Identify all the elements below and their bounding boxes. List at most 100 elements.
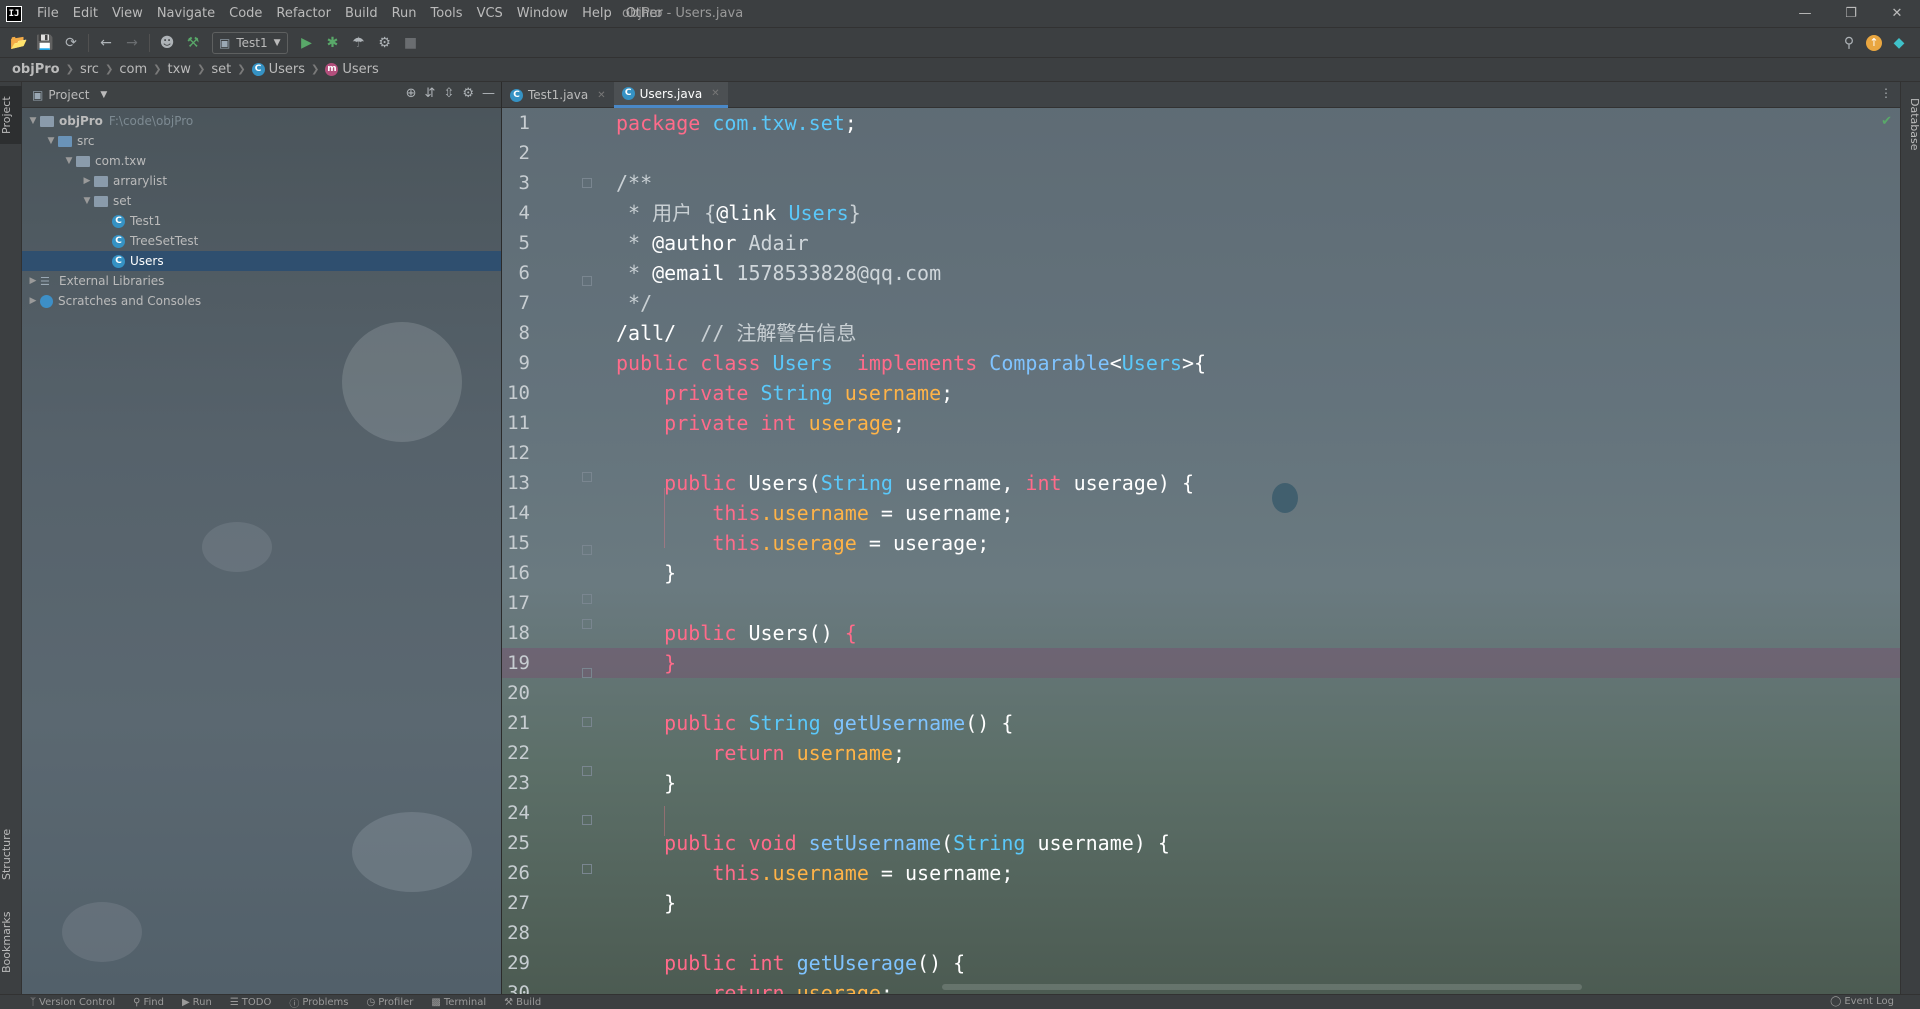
fold-marker-icon[interactable] [582,472,592,482]
search-icon[interactable]: ⚲ [1836,31,1862,55]
save-icon[interactable]: 💾 [32,31,58,55]
code-area[interactable]: ✔ 1 2 3 4 5 6 7 8 9 10 11 12 13 14 15 16… [502,108,1900,994]
coverage-icon[interactable]: ☂ [346,31,372,55]
tool-profiler[interactable]: ◷ Profiler [366,997,413,1008]
tree-item-external-libraries[interactable]: ▶ ☰ External Libraries [22,271,501,291]
debug-bug-icon[interactable]: ✱ [320,31,346,55]
line-number: 22 [507,742,530,764]
code-token: = username; [868,861,1014,885]
code-line-15: this.userage = userage; [616,528,1880,558]
project-view-selector[interactable]: ▣ Project ▼ [32,88,107,102]
menu-view[interactable]: View [105,0,150,28]
fold-marker-icon[interactable] [582,178,592,188]
breadcrumb-set[interactable]: set [211,62,231,77]
tab-users-java[interactable]: C Users.java ✕ [613,82,728,108]
build-hammer-icon[interactable]: ⚒ [180,31,206,55]
open-folder-icon[interactable]: 📂 [6,31,32,55]
expand-all-icon[interactable]: ⇵ [425,86,436,101]
tool-version-control[interactable]: ᛉ Version Control [30,997,115,1008]
tool-terminal[interactable]: ▩ Terminal [431,997,486,1008]
menu-refactor[interactable]: Refactor [269,0,338,28]
tool-tab-structure[interactable]: Structure [0,818,22,890]
tool-build[interactable]: ⚒ Build [504,997,541,1008]
menu-window[interactable]: Window [510,0,575,28]
tree-item-set[interactable]: ▼ set [22,191,501,211]
tool-find[interactable]: ⚲ Find [133,997,164,1008]
locate-file-icon[interactable]: ⊕ [406,86,417,101]
menu-help[interactable]: Help [575,0,619,28]
chevron-down-icon[interactable]: ▼ [44,136,58,146]
breadcrumb-method[interactable]: m Users [325,62,379,77]
tool-run[interactable]: ▶ Run [182,997,212,1008]
tree-item-src[interactable]: ▼ src [22,131,501,151]
tree-item-treesettest[interactable]: C TreeSetTest [22,231,501,251]
tool-tab-bookmarks[interactable]: Bookmarks [0,902,22,982]
chevron-down-icon[interactable]: ▼ [80,196,94,206]
close-tab-icon[interactable]: ✕ [711,88,719,99]
fold-marker-icon[interactable] [582,717,592,727]
tree-item-scratches[interactable]: ▶ Scratches and Consoles [22,291,501,311]
menu-tools[interactable]: Tools [424,0,470,28]
inspection-ok-icon[interactable]: ✔ [1881,114,1892,129]
menu-edit[interactable]: Edit [66,0,105,28]
tree-item-com-txw[interactable]: ▼ com.txw [22,151,501,171]
chevron-right-icon[interactable]: ▶ [26,276,40,286]
tool-tab-project[interactable]: Project [0,86,22,144]
breadcrumb-class[interactable]: C Users [251,62,305,77]
tree-item-objpro[interactable]: ▼ objPro F:\code\objPro [22,111,501,131]
tool-event-log[interactable]: ◯ Event Log [1830,996,1894,1007]
fold-marker-icon[interactable] [582,766,592,776]
tool-todo[interactable]: ☰ TODO [230,997,272,1008]
tool-problems[interactable]: ⓘ Problems [289,995,348,1009]
fold-marker-icon[interactable] [582,594,592,604]
fold-marker-icon[interactable] [582,619,592,629]
profiler-icon[interactable]: ⚙ [372,31,398,55]
breadcrumb-com[interactable]: com [119,62,147,77]
breadcrumb-src[interactable]: src [80,62,99,77]
stop-icon[interactable]: ■ [398,31,424,55]
more-tabs-icon[interactable]: ⋮ [1880,86,1892,100]
menu-build[interactable]: Build [338,0,385,28]
tree-item-test1[interactable]: C Test1 [22,211,501,231]
menu-file[interactable]: File [30,0,66,28]
chevron-right-icon[interactable]: ▶ [26,296,40,306]
forward-arrow-icon[interactable]: → [119,31,145,55]
jetbrains-icon[interactable]: ◆ [1886,31,1912,55]
update-icon[interactable]: ↑ [1866,35,1882,51]
chevron-right-icon[interactable]: ▶ [80,176,94,186]
minimize-icon[interactable]: — [1782,0,1828,28]
run-icon[interactable]: ▶ [294,31,320,55]
fold-marker-icon[interactable] [582,545,592,555]
fold-marker-icon[interactable] [582,276,592,286]
tab-test1-java[interactable]: C Test1.java ✕ [502,82,614,108]
chevron-down-icon: ▼ [100,89,108,100]
fold-marker-icon[interactable] [582,864,592,874]
fold-marker-icon[interactable] [582,815,592,825]
menu-navigate[interactable]: Navigate [150,0,222,28]
horizontal-scrollbar[interactable] [942,984,1582,990]
run-configuration-select[interactable]: ▣ Test1 ▼ [212,31,288,54]
menu-run[interactable]: Run [385,0,424,28]
breadcrumb-txw[interactable]: txw [168,62,191,77]
tree-item-users[interactable]: C Users [22,251,501,271]
menu-code[interactable]: Code [222,0,269,28]
restore-icon[interactable]: ❐ [1828,0,1874,28]
chevron-down-icon[interactable]: ▼ [62,156,76,166]
sync-icon[interactable]: ⟳ [58,31,84,55]
intellij-logo-icon[interactable]: IJ [6,5,22,22]
breadcrumb-project[interactable]: objPro [12,62,60,77]
back-arrow-icon[interactable]: ← [93,31,119,55]
menu-vcs[interactable]: VCS [470,0,510,28]
fold-marker-icon[interactable] [582,668,592,678]
gear-icon[interactable]: ⚙ [462,86,474,101]
chevron-down-icon[interactable]: ▼ [26,116,40,126]
user-icon[interactable]: ☻ [154,31,180,55]
collapse-all-icon[interactable]: ⇳ [443,86,454,101]
close-icon[interactable]: ✕ [1874,0,1920,28]
tool-tab-database[interactable]: Database [1901,88,1920,160]
close-tab-icon[interactable]: ✕ [597,90,605,101]
tree-item-label: External Libraries [59,274,165,288]
hide-panel-icon[interactable]: — [482,86,495,101]
tree-item-arrarylist[interactable]: ▶ arrarylist [22,171,501,191]
class-icon: C [251,63,265,76]
